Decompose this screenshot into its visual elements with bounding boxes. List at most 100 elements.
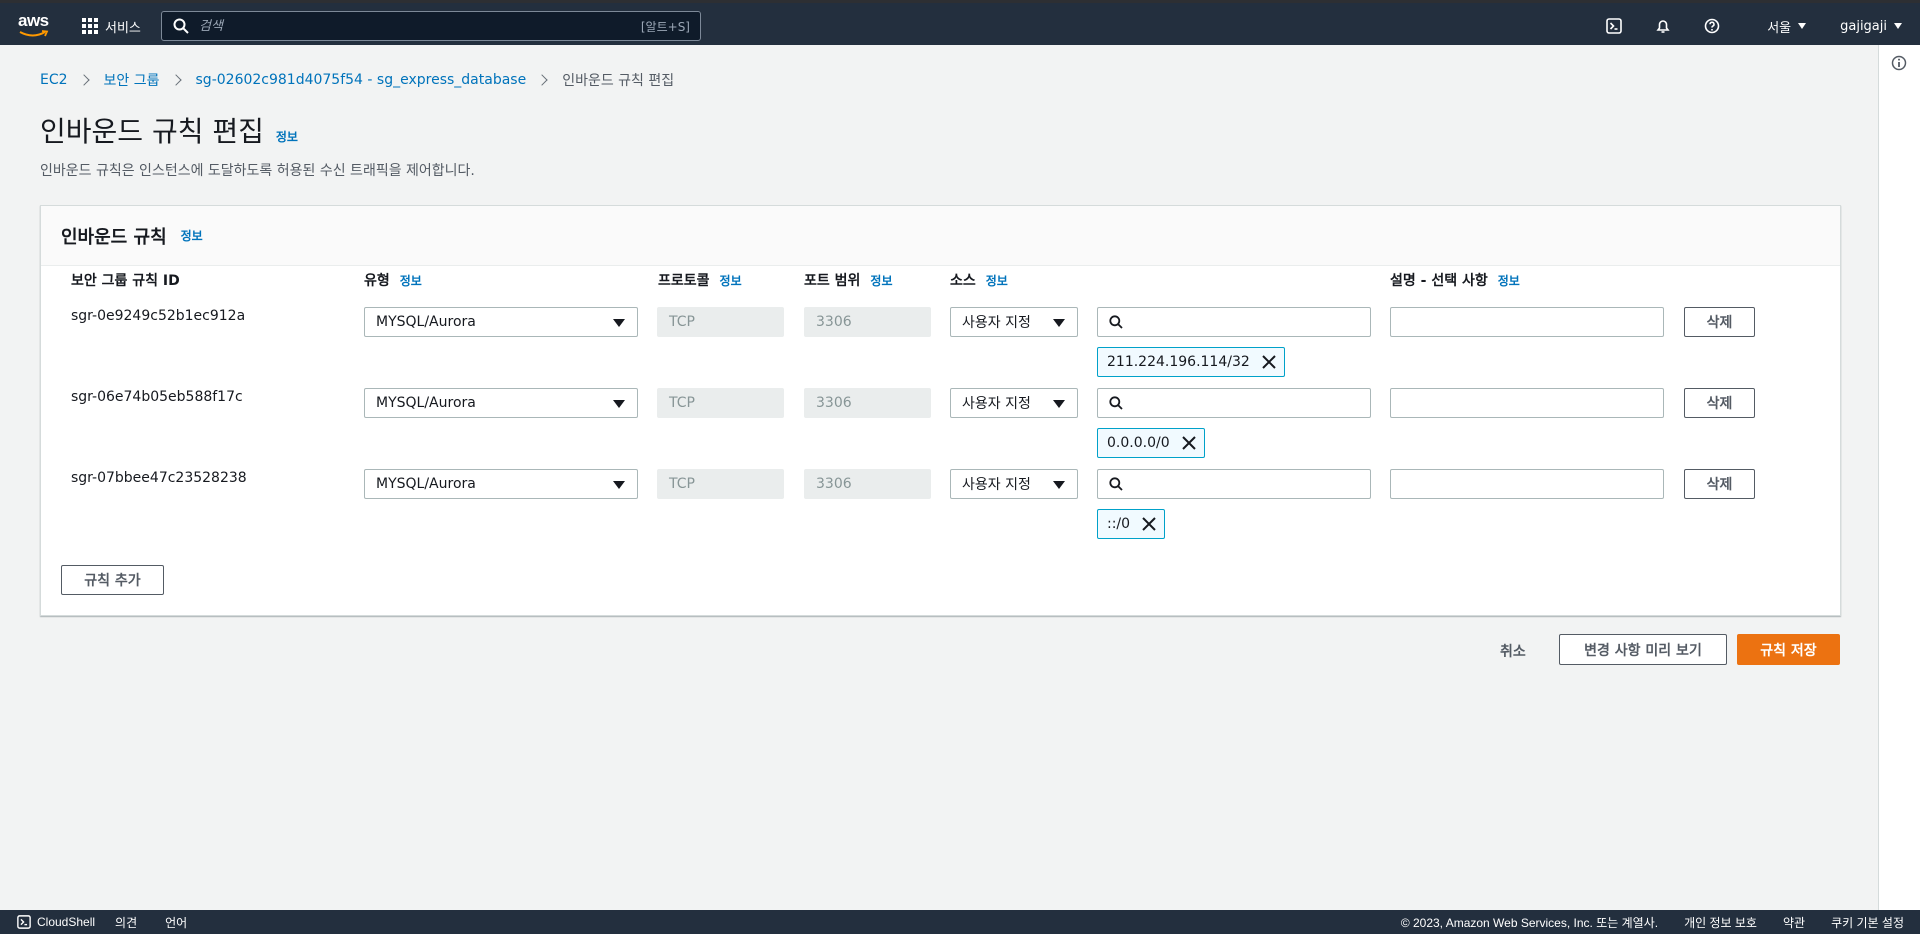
close-icon[interactable]	[1140, 515, 1158, 533]
delete-rule-button[interactable]: 삭제	[1684, 469, 1755, 499]
panel-header: 인바운드 규칙 정보	[41, 206, 1840, 266]
description-input[interactable]	[1390, 388, 1664, 418]
col-type: 유형 정보	[364, 270, 422, 290]
close-icon[interactable]	[1260, 353, 1278, 371]
page-header: 인바운드 규칙 편집 정보	[40, 110, 298, 150]
col-port-range-label: 포트 범위	[804, 273, 861, 289]
cookie-preferences-link[interactable]: 쿠키 기본 설정	[1831, 914, 1904, 931]
source-type-select[interactable]: 사용자 지정	[950, 388, 1078, 418]
protocol-field: TCP	[657, 388, 784, 418]
description-input[interactable]	[1390, 469, 1664, 499]
type-info-link[interactable]: 정보	[400, 272, 422, 289]
source-cidr-search[interactable]	[1097, 469, 1371, 499]
port-range-field: 3306	[804, 307, 931, 337]
preview-changes-button[interactable]: 변경 사항 미리 보기	[1559, 634, 1727, 665]
caret-down-icon	[1894, 23, 1902, 29]
language-link[interactable]: 언어	[165, 914, 187, 931]
caret-down-icon	[1798, 23, 1807, 29]
close-icon[interactable]	[1180, 434, 1198, 452]
nav-actions: 서울 gajigaji	[1603, 11, 1920, 41]
col-source-label: 소스	[950, 273, 976, 289]
info-panel-icon[interactable]	[1891, 55, 1907, 71]
account-menu[interactable]: gajigaji	[1840, 19, 1902, 34]
protocol-info-link[interactable]: 정보	[720, 272, 742, 289]
description-input[interactable]	[1390, 307, 1664, 337]
source-type-value: 사용자 지정	[962, 315, 1031, 331]
aws-smile-icon	[19, 30, 49, 37]
source-type-select[interactable]: 사용자 지정	[950, 307, 1078, 337]
chevron-right-icon	[536, 74, 548, 86]
col-port-range: 포트 범위 정보	[804, 270, 893, 290]
source-cidr-search[interactable]	[1097, 307, 1371, 337]
delete-rule-button[interactable]: 삭제	[1684, 388, 1755, 418]
description-info-link[interactable]: 정보	[1498, 272, 1520, 289]
caret-down-icon	[613, 481, 625, 489]
breadcrumb-security-group[interactable]: sg-02602c981d4075f54 - sg_express_databa…	[196, 72, 527, 88]
cloudshell-icon	[17, 915, 31, 929]
cloudshell-icon[interactable]	[1603, 15, 1625, 37]
col-description: 설명 - 선택 사항 정보	[1390, 270, 1520, 290]
region-selector[interactable]: 서울	[1767, 17, 1807, 36]
chevron-right-icon	[169, 74, 182, 86]
col-type-label: 유형	[364, 273, 390, 289]
search-input[interactable]	[199, 18, 641, 34]
source-token-label: 211.224.196.114/32	[1107, 354, 1250, 370]
add-rule-button[interactable]: 규칙 추가	[61, 565, 164, 595]
privacy-link[interactable]: 개인 정보 보호	[1684, 914, 1757, 931]
inbound-rules-panel: 인바운드 규칙 정보 보안 그룹 규칙 ID 유형 정보 프로토콜 정보 포트 …	[40, 205, 1841, 616]
grid-icon	[82, 18, 98, 34]
caret-down-icon	[1053, 400, 1065, 408]
rule-id: sgr-06e74b05eb588f17c	[71, 389, 243, 405]
notifications-bell-icon[interactable]	[1652, 15, 1674, 37]
breadcrumb-security-groups[interactable]: 보안 그룹	[104, 70, 160, 90]
type-select-value: MYSQL/Aurora	[376, 476, 476, 492]
type-select-value: MYSQL/Aurora	[376, 314, 476, 330]
footer-left: CloudShell 의견 언어	[17, 914, 211, 931]
source-token-label: ::/0	[1107, 516, 1131, 532]
top-navigation: aws 서비스 [알트+S] 서울 g	[0, 0, 1920, 45]
aws-logo[interactable]: aws	[18, 11, 52, 37]
footer-bar: CloudShell 의견 언어 © 2023, Amazon Web Serv…	[0, 910, 1920, 934]
panel-info-link[interactable]: 정보	[181, 227, 203, 244]
type-select[interactable]: MYSQL/Aurora	[364, 307, 638, 337]
col-description-label: 설명 - 선택 사항	[1390, 273, 1488, 289]
cancel-button[interactable]: 취소	[1500, 641, 1526, 661]
search-shortcut-hint: [알트+S]	[640, 19, 690, 34]
source-token-label: 0.0.0.0/0	[1107, 435, 1170, 451]
save-rules-button[interactable]: 규칙 저장	[1737, 634, 1840, 665]
col-source: 소스 정보	[950, 270, 1008, 290]
cloudshell-label: CloudShell	[37, 915, 96, 929]
source-type-select[interactable]: 사용자 지정	[950, 469, 1078, 499]
col-rule-id-label: 보안 그룹 규칙 ID	[71, 273, 180, 289]
type-select[interactable]: MYSQL/Aurora	[364, 469, 638, 499]
search-icon	[1109, 477, 1123, 491]
col-rule-id: 보안 그룹 규칙 ID	[71, 270, 180, 290]
type-select[interactable]: MYSQL/Aurora	[364, 388, 638, 418]
source-token: 211.224.196.114/32	[1097, 347, 1285, 377]
page-info-link[interactable]: 정보	[276, 128, 298, 145]
search-icon	[173, 18, 189, 34]
protocol-field: TCP	[657, 307, 784, 337]
caret-down-icon	[1053, 319, 1065, 327]
caret-down-icon	[613, 319, 625, 327]
global-search[interactable]: [알트+S]	[161, 11, 701, 41]
terms-link[interactable]: 약관	[1783, 914, 1805, 931]
help-icon[interactable]	[1701, 15, 1723, 37]
caret-down-icon	[613, 400, 625, 408]
breadcrumb-ec2[interactable]: EC2	[40, 72, 68, 88]
caret-down-icon	[1053, 481, 1065, 489]
chevron-right-icon	[77, 74, 90, 86]
port-info-link[interactable]: 정보	[870, 272, 892, 289]
cloudshell-button[interactable]: CloudShell	[17, 915, 95, 929]
col-protocol: 프로토콜 정보	[658, 270, 742, 290]
delete-rule-button[interactable]: 삭제	[1684, 307, 1755, 337]
source-cidr-search[interactable]	[1097, 388, 1371, 418]
breadcrumb: EC2 보안 그룹 sg-02602c981d4075f54 - sg_expr…	[40, 70, 674, 90]
aws-logo-text: aws	[18, 11, 49, 30]
services-menu-button[interactable]: 서비스	[82, 15, 141, 37]
source-info-link[interactable]: 정보	[986, 272, 1008, 289]
rule-id: sgr-0e9249c52b1ec912a	[71, 308, 246, 324]
feedback-link[interactable]: 의견	[115, 914, 137, 931]
source-token: ::/0	[1097, 509, 1166, 539]
help-panel-rail	[1878, 45, 1920, 910]
